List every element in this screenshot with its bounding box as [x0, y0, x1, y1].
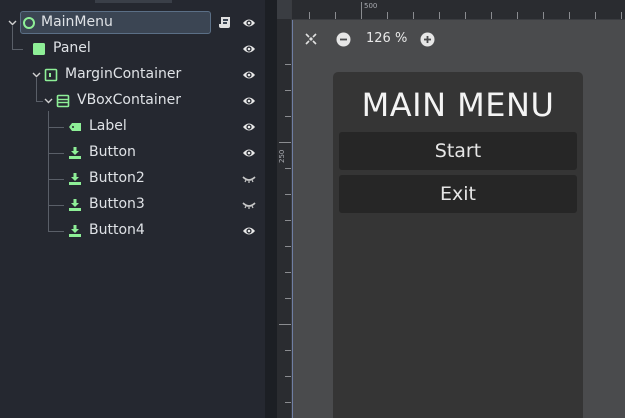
ruler-tick [285, 298, 291, 299]
tree-item-label: Panel [53, 40, 91, 56]
canvas-viewport[interactable]: 500 250 126 % MAIN MENU Start Exit [277, 0, 625, 418]
ruler-corner [277, 0, 291, 19]
ruler-tick [309, 12, 310, 19]
tree-item-label: Button3 [89, 196, 145, 212]
script-icon[interactable] [218, 15, 232, 30]
ruler-tick [335, 12, 336, 19]
ruler-tick [517, 12, 518, 19]
start-button[interactable]: Start [339, 132, 577, 170]
main-menu-title: MAIN MENU [361, 86, 555, 124]
tree-item-vboxcontainer[interactable]: VBoxContainer [0, 78, 265, 114]
panel-splitter[interactable] [265, 0, 277, 418]
ruler-tick [279, 324, 291, 325]
scene-tree-panel: MainMenu Panel MarginContainer VBoxConta… [0, 0, 265, 418]
panel-node-icon [33, 43, 45, 55]
ruler-tick [285, 168, 291, 169]
ruler-tick [361, 2, 362, 19]
label-node-icon [69, 123, 81, 131]
vbox-container-icon [56, 94, 70, 108]
tree-item-label: Button [89, 144, 136, 160]
tree-guide-line [48, 153, 64, 154]
tree-item-label: Label [89, 118, 127, 134]
tree-item-button4[interactable]: Button4 [0, 218, 265, 244]
ruler-tick [285, 90, 291, 91]
ruler-tick [279, 142, 291, 143]
margin-container-icon [44, 68, 58, 82]
button-node-icon [69, 147, 81, 159]
tree-item-label: MarginContainer [65, 66, 182, 82]
tree-item-label: Button4 [89, 222, 145, 238]
button-node-icon [69, 225, 81, 237]
tree-item-button3[interactable]: Button3 [0, 192, 265, 218]
ruler-tick [285, 246, 291, 247]
tree-guide-line [36, 78, 43, 102]
visibility-eye-icon[interactable] [242, 16, 256, 30]
visibility-eye-icon[interactable] [242, 120, 256, 134]
ruler-tick [285, 376, 291, 377]
ruler-tick [285, 272, 291, 273]
tree-guide-line [48, 205, 64, 206]
ruler-tick [491, 12, 492, 19]
button-node-icon [69, 173, 81, 185]
ruler-tick [439, 12, 440, 19]
tree-item-label-node[interactable]: Label [0, 114, 265, 140]
ruler-tick [413, 12, 414, 19]
viewport-frame-left [292, 8, 293, 418]
visibility-eye-icon[interactable] [242, 224, 256, 238]
main-menu-panel[interactable]: MAIN MENU Start Exit [333, 72, 583, 418]
ruler-tick [285, 64, 291, 65]
ruler-tick [285, 194, 291, 195]
visibility-hidden-icon[interactable] [242, 171, 256, 185]
ruler-tick [285, 116, 291, 117]
zoom-in-icon [420, 32, 434, 46]
zoom-level[interactable]: 126 % [366, 31, 407, 46]
center-view-icon [305, 33, 317, 45]
ruler-tick [285, 350, 291, 351]
visibility-eye-icon[interactable] [242, 146, 256, 160]
ruler-tick [569, 12, 570, 19]
tree-item-button2[interactable]: Button2 [0, 166, 265, 192]
vertical-ruler[interactable]: 250 [277, 0, 292, 418]
visibility-hidden-icon[interactable] [242, 197, 256, 211]
tree-item-button[interactable]: Button [0, 140, 265, 166]
tree-scroll-indicator [95, 0, 172, 3]
ruler-tick [595, 12, 596, 19]
tree-item-label: Button2 [89, 170, 145, 186]
tree-guide-line [48, 179, 64, 180]
visibility-eye-icon[interactable] [242, 94, 256, 108]
ruler-tick [465, 12, 466, 19]
tree-item-label: VBoxContainer [77, 92, 182, 108]
center-view-button[interactable] [302, 30, 320, 48]
horizontal-ruler[interactable]: 500 [277, 0, 625, 20]
zoom-out-icon [336, 32, 350, 46]
ruler-tick [285, 220, 291, 221]
tree-guide-line [48, 231, 64, 232]
ruler-mark-label: 250 [278, 149, 286, 163]
ruler-tick [285, 402, 291, 403]
tree-item-panel[interactable]: Panel [0, 26, 265, 62]
tree-item-mainmenu[interactable]: MainMenu [0, 10, 265, 36]
tree-guide-line [12, 26, 23, 50]
zoom-in-button[interactable] [418, 30, 436, 48]
exit-button[interactable]: Exit [339, 175, 577, 213]
zoom-out-button[interactable] [334, 30, 352, 48]
ruler-tick [543, 12, 544, 19]
ruler-tick [621, 12, 622, 19]
tree-guide-line [48, 127, 64, 128]
ruler-tick [387, 12, 388, 19]
tree-item-label: MainMenu [41, 14, 113, 30]
control-node-icon [23, 17, 35, 29]
visibility-eye-icon[interactable] [242, 68, 256, 82]
visibility-eye-icon[interactable] [242, 42, 256, 56]
ruler-mark-label: 500 [364, 2, 378, 10]
button-node-icon [69, 199, 81, 211]
